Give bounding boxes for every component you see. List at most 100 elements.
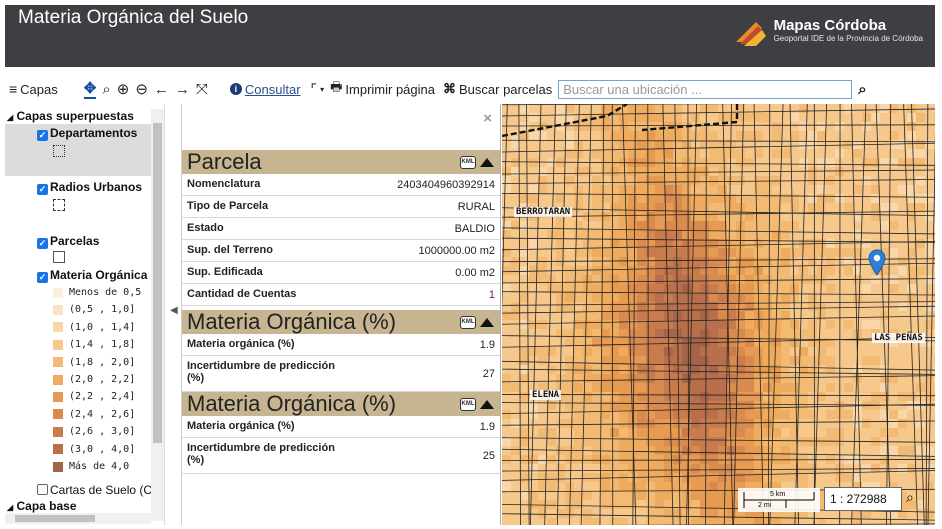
legend-label: (2,0 , 2,2] xyxy=(69,374,136,385)
forward-arrow-icon[interactable]: → xyxy=(175,81,190,98)
back-arrow-icon[interactable]: ← xyxy=(154,81,169,98)
scale-search-icon[interactable]: ⌕ xyxy=(906,489,914,506)
layer-materia-organica[interactable]: ✓ Materia Orgánica xyxy=(37,268,164,283)
town-label-elena: ELENA xyxy=(530,390,562,400)
kml-download-icon[interactable]: KML xyxy=(460,315,476,329)
layers-panel: ◢ Capas superpuestas ✓ Departamentos ✓ Rad… xyxy=(5,104,165,525)
collapse-up-icon[interactable] xyxy=(480,157,494,167)
layers-toggle-label: Capas xyxy=(20,81,58,97)
location-search-input[interactable] xyxy=(558,79,853,99)
close-icon[interactable]: × xyxy=(483,110,492,127)
parcel-search-button[interactable]: ⌘ Buscar parcelas xyxy=(443,81,552,97)
checkbox-checked[interactable]: ✓ xyxy=(37,130,48,141)
scale-mi-label: 2 mi xyxy=(758,502,772,509)
full-extent-icon[interactable]: ⤧ xyxy=(196,81,208,98)
legend-swatch xyxy=(53,426,63,437)
layer-departamentos[interactable]: ✓ Departamentos xyxy=(37,126,164,141)
legend-swatch xyxy=(53,304,63,315)
parcel-search-label: Buscar parcelas xyxy=(459,81,553,97)
collapse-panel-icon[interactable]: ◀ xyxy=(170,305,178,316)
collapse-up-icon[interactable] xyxy=(480,399,494,409)
page-title: Materia Orgánica del Suelo xyxy=(18,7,249,28)
section-actions: KML xyxy=(460,315,494,329)
feature-info-panel: × Parcela KML Nomenclatura 24034049603929… xyxy=(181,104,501,525)
legend-swatch xyxy=(53,461,63,472)
draw-tool-dropdown[interactable]: ⌜ ▾ xyxy=(311,81,325,98)
map-layer xyxy=(502,104,935,525)
dotted-square-icon xyxy=(53,145,65,157)
attribute-row: Nomenclatura 2403404960392914 xyxy=(182,174,500,196)
checkbox-checked[interactable]: ✓ xyxy=(37,184,48,195)
printer-icon: 🖶 xyxy=(330,79,343,94)
legend-label: Menos de 0,5 xyxy=(69,287,142,298)
vertical-scrollbar[interactable] xyxy=(151,109,164,521)
legend-item: (0,5 , 1,0] xyxy=(53,304,135,315)
layers-toggle-button[interactable]: ≡ Capas xyxy=(9,81,58,97)
brand-logo[interactable]: Mapas Córdoba Geoportal IDE de la Provin… xyxy=(734,11,923,51)
zoom-out-icon[interactable]: ⊖ xyxy=(135,80,148,98)
toolbar: ≡ Capas ✥ ⌕ ⊕ ⊖ ← → ⤧ i Consultar ⌜ ▾ 🖶 … xyxy=(5,77,935,101)
attribute-value: 1000000.00 m2 xyxy=(418,245,495,257)
attribute-row: Estado BALDIO xyxy=(182,218,500,240)
chevron-down-icon: ▾ xyxy=(320,84,325,94)
map-tools: ✥ ⌕ ⊕ ⊖ ← → ⤧ xyxy=(83,79,208,99)
zoom-box-icon[interactable]: ⌕ xyxy=(102,81,110,98)
attribute-value: 25 xyxy=(482,450,495,462)
legend-item: (2,0 , 2,2] xyxy=(53,374,135,385)
section-header-parcela: Parcela KML xyxy=(182,149,500,174)
layer-group-label: Capas superpuestas xyxy=(16,109,134,123)
legend-label: (2,4 , 2,6] xyxy=(69,408,136,420)
print-button[interactable]: 🖶 Imprimir página xyxy=(330,78,435,100)
legend-item: (1,0 , 1,4] xyxy=(53,322,135,333)
scrollbar-thumb[interactable] xyxy=(15,515,95,522)
attribute-value: 2403404960392914 xyxy=(397,179,495,191)
checkbox-checked[interactable]: ✓ xyxy=(37,272,48,283)
scrollbar-thumb[interactable] xyxy=(153,123,162,443)
brand-subtitle: Geoportal IDE de la Provincia de Córdoba xyxy=(773,34,923,43)
attribute-row: Tipo de Parcela RURAL xyxy=(182,196,500,218)
legend-item: (1,8 , 2,0] xyxy=(53,357,135,368)
town-label-las-penas: LAS PEÑAS xyxy=(872,333,925,343)
legend-label: (1,4 , 1,8] xyxy=(69,339,136,351)
layer-label: Materia Orgánica xyxy=(50,268,148,282)
map-canvas[interactable]: BERROTARAN ELENA LAS PEÑAS 5 km 2 mi 1 :… xyxy=(502,104,935,525)
scale-km-label: 5 km xyxy=(770,491,786,498)
layer-radios-urbanos[interactable]: ✓ Radios Urbanos xyxy=(37,180,164,195)
horizontal-scrollbar[interactable] xyxy=(5,513,151,524)
attribute-value: RURAL xyxy=(457,201,495,213)
draw-corner-icon: ⌜ xyxy=(310,80,318,97)
layer-group-overlay[interactable]: ◢ Capas superpuestas xyxy=(7,109,153,123)
legend-label: (2,6 , 3,0] xyxy=(69,426,136,438)
attribute-row: Materia orgánica (%) 1.9 xyxy=(182,334,500,356)
attribute-row: Incertidumbre de predicción (%) 27 xyxy=(182,356,500,392)
layer-group-base[interactable]: ◢ Capa base xyxy=(7,499,153,513)
layer-label: Cartas de Suelo (C xyxy=(50,483,153,497)
attribute-value: 0.00 m2 xyxy=(455,267,495,279)
collapse-up-icon[interactable] xyxy=(480,317,494,327)
pan-icon[interactable]: ✥ xyxy=(83,79,97,99)
attribute-key: Sup. del Terreno xyxy=(187,244,273,256)
scale-input[interactable]: 1 : 272988 xyxy=(824,487,902,511)
kml-download-icon[interactable]: KML xyxy=(460,397,476,411)
attribute-value: BALDIO xyxy=(454,223,495,235)
checkbox-unchecked[interactable] xyxy=(37,484,48,495)
consult-button[interactable]: i Consultar xyxy=(229,82,301,97)
section-title: Parcela xyxy=(187,149,262,174)
search-icon[interactable]: ⌕ xyxy=(858,81,866,98)
attribute-value: 1 xyxy=(488,289,495,301)
checkbox-checked[interactable]: ✓ xyxy=(37,238,48,249)
zoom-in-icon[interactable]: ⊕ xyxy=(117,80,130,98)
town-label-berrotaran: BERROTARAN xyxy=(514,207,573,217)
layer-parcelas[interactable]: ✓ Parcelas xyxy=(37,234,164,249)
location-pin-icon[interactable] xyxy=(867,248,887,276)
square-icon xyxy=(53,251,65,263)
section-title: Materia Orgánica (%) xyxy=(187,391,397,416)
layer-cartas-de-suelo[interactable]: Cartas de Suelo (C xyxy=(37,483,164,497)
section-actions: KML xyxy=(460,155,494,169)
attribute-key: Incertidumbre de predicción (%) xyxy=(187,360,335,384)
kml-download-icon[interactable]: KML xyxy=(460,155,476,169)
attribute-key: Cantidad de Cuentas xyxy=(187,288,297,300)
layer-label: Departamentos xyxy=(50,126,138,140)
section-actions: KML xyxy=(460,397,494,411)
legend-swatch xyxy=(53,374,63,385)
